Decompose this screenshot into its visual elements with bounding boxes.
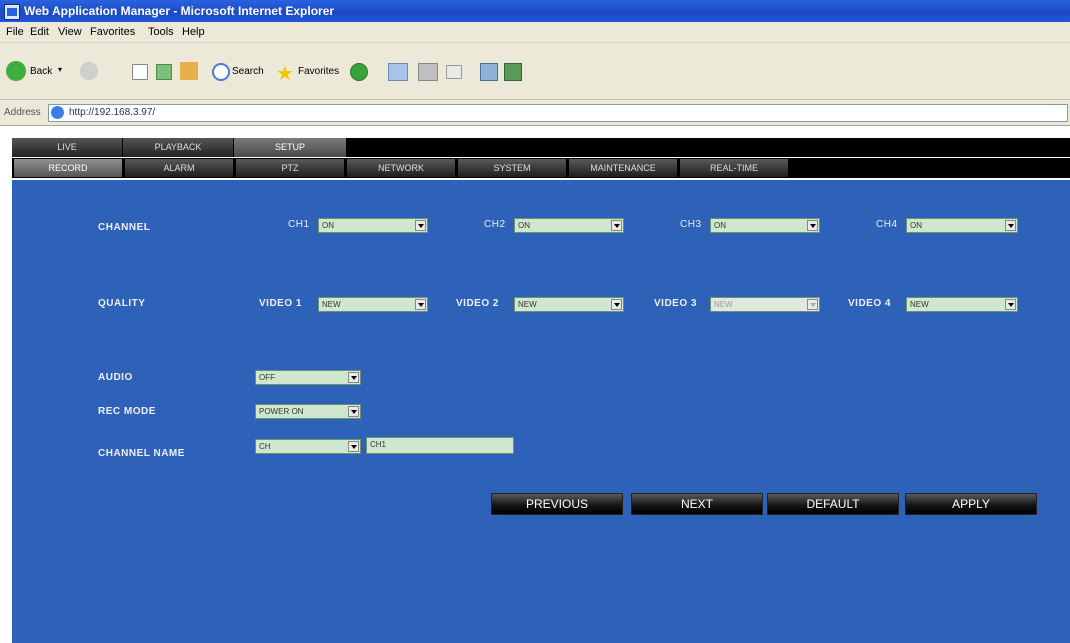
channel-label: CHANNEL <box>98 222 151 233</box>
address-label: Address <box>4 107 41 118</box>
forward-icon[interactable] <box>80 62 98 80</box>
chevron-down-icon <box>611 299 622 310</box>
address-bar: Address http://192.168.3.97/ <box>0 100 1070 126</box>
menu-edit[interactable]: Edit <box>30 26 49 38</box>
ch4-value: ON <box>910 221 922 230</box>
chevron-down-icon <box>807 299 818 310</box>
subtab-alarm[interactable]: ALARM <box>125 159 233 177</box>
video2-label: VIDEO 2 <box>456 298 499 309</box>
ch4-label: CH4 <box>876 219 898 230</box>
next-button[interactable]: NEXT <box>631 493 763 515</box>
sub-tab-bar: RECORD ALARM PTZ NETWORK SYSTEM MAINTENA… <box>12 158 1070 178</box>
channel-name-label: CHANNEL NAME <box>98 448 185 459</box>
subtab-ptz[interactable]: PTZ <box>236 159 344 177</box>
home-icon[interactable] <box>180 62 198 80</box>
browser-toolbar: Back ▾ Search ★ Favorites <box>0 43 1070 100</box>
ch3-value: ON <box>714 221 726 230</box>
back-button-label[interactable]: Back <box>30 66 52 77</box>
window-title-bar: Web Application Manager - Microsoft Inte… <box>0 0 1070 22</box>
ch2-select[interactable]: ON <box>514 218 624 233</box>
page-icon <box>51 106 64 119</box>
window-title: Web Application Manager - Microsoft Inte… <box>24 4 335 18</box>
favorites-button-label[interactable]: Favorites <box>298 66 339 77</box>
search-icon[interactable] <box>212 63 230 81</box>
ch1-label: CH1 <box>288 219 310 230</box>
mail-icon[interactable] <box>388 63 408 81</box>
audio-select[interactable]: OFF <box>255 370 361 385</box>
menu-help[interactable]: Help <box>182 26 205 38</box>
main-tab-bar: LIVE PLAYBACK SETUP <box>12 138 1070 157</box>
channel-name-input[interactable]: CH1 <box>366 437 514 454</box>
chevron-down-icon <box>807 220 818 231</box>
chevron-down-icon <box>348 406 359 417</box>
rec-mode-label: REC MODE <box>98 406 156 417</box>
quality-label: QUALITY <box>98 298 146 309</box>
default-button[interactable]: DEFAULT <box>767 493 899 515</box>
apply-button[interactable]: APPLY <box>905 493 1037 515</box>
menu-view[interactable]: View <box>58 26 82 38</box>
video4-quality-select[interactable]: NEW <box>906 297 1018 312</box>
video1-quality-select[interactable]: NEW <box>318 297 428 312</box>
discuss-icon[interactable] <box>480 63 498 81</box>
back-icon[interactable] <box>6 61 26 81</box>
search-button-label[interactable]: Search <box>232 66 264 77</box>
video3-label: VIDEO 3 <box>654 298 697 309</box>
messenger-icon[interactable] <box>504 63 522 81</box>
video2-quality-select[interactable]: NEW <box>514 297 624 312</box>
ch2-value: ON <box>518 221 530 230</box>
chevron-down-icon <box>348 441 359 452</box>
subtab-record[interactable]: RECORD <box>14 159 122 177</box>
chevron-down-icon <box>415 220 426 231</box>
audio-label: AUDIO <box>98 372 133 383</box>
video4-label: VIDEO 4 <box>848 298 891 309</box>
rec-mode-select[interactable]: POWER ON <box>255 404 361 419</box>
chevron-down-icon <box>348 372 359 383</box>
address-url: http://192.168.3.97/ <box>69 107 156 118</box>
chevron-down-icon <box>1005 220 1016 231</box>
menu-tools[interactable]: Tools <box>148 26 174 38</box>
print-icon[interactable] <box>418 63 438 81</box>
ch3-select[interactable]: ON <box>710 218 820 233</box>
menu-file[interactable]: File <box>6 26 24 38</box>
ie-app-icon <box>4 4 20 20</box>
chevron-down-icon <box>611 220 622 231</box>
channel-name-select[interactable]: CH <box>255 439 361 454</box>
video1-value: NEW <box>322 300 341 309</box>
ch4-select[interactable]: ON <box>906 218 1018 233</box>
rec-mode-value: POWER ON <box>259 407 304 416</box>
video3-quality-select[interactable]: NEW <box>710 297 820 312</box>
channel-name-select-value: CH <box>259 442 271 451</box>
subtab-real-time[interactable]: REAL-TIME <box>680 159 788 177</box>
video4-value: NEW <box>910 300 929 309</box>
menu-bar: File Edit View Favorites Tools Help <box>0 22 1070 43</box>
chevron-down-icon <box>415 299 426 310</box>
history-icon[interactable] <box>350 63 368 81</box>
channel-name-input-value: CH1 <box>370 440 387 449</box>
record-settings-panel <box>12 180 1070 643</box>
ch3-label: CH3 <box>680 219 702 230</box>
video1-label: VIDEO 1 <box>259 298 302 309</box>
edit-icon[interactable] <box>446 65 462 79</box>
audio-value: OFF <box>259 373 275 382</box>
video3-value: NEW <box>714 300 733 309</box>
tab-live[interactable]: LIVE <box>12 138 123 157</box>
address-input[interactable]: http://192.168.3.97/ <box>48 104 1068 122</box>
favorites-icon[interactable]: ★ <box>276 61 294 86</box>
tab-setup[interactable]: SETUP <box>234 138 347 157</box>
ch1-select[interactable]: ON <box>318 218 428 233</box>
back-dropdown-icon[interactable]: ▾ <box>58 65 62 74</box>
subtab-system[interactable]: SYSTEM <box>458 159 566 177</box>
menu-favorites[interactable]: Favorites <box>90 26 135 38</box>
chevron-down-icon <box>1005 299 1016 310</box>
subtab-network[interactable]: NETWORK <box>347 159 455 177</box>
stop-icon[interactable] <box>132 64 148 80</box>
ch2-label: CH2 <box>484 219 506 230</box>
tab-playback[interactable]: PLAYBACK <box>123 138 234 157</box>
subtab-maintenance[interactable]: MAINTENANCE <box>569 159 677 177</box>
video2-value: NEW <box>518 300 537 309</box>
refresh-icon[interactable] <box>156 64 172 80</box>
previous-button[interactable]: PREVIOUS <box>491 493 623 515</box>
ch1-value: ON <box>322 221 334 230</box>
